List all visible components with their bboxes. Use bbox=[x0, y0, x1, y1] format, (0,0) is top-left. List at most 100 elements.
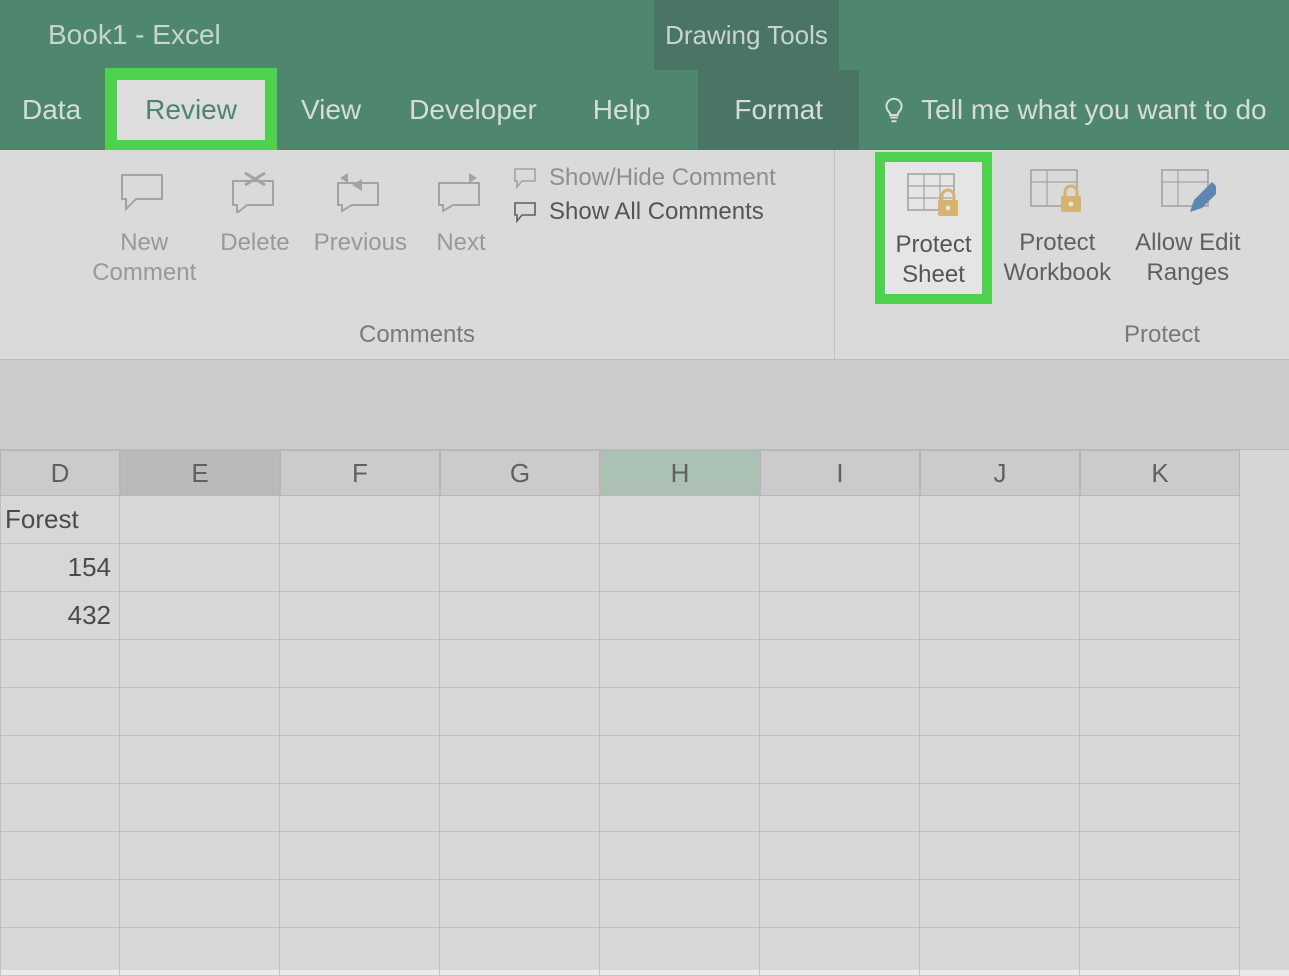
cell[interactable] bbox=[760, 784, 920, 832]
show-hide-comment-button[interactable]: Show/Hide Comment bbox=[513, 164, 776, 192]
cell[interactable] bbox=[0, 832, 120, 880]
new-comment-button[interactable]: New Comment bbox=[80, 156, 208, 288]
cell[interactable] bbox=[280, 496, 440, 544]
column-header-E[interactable]: E bbox=[120, 450, 280, 496]
cell[interactable] bbox=[280, 832, 440, 880]
cell[interactable] bbox=[1080, 928, 1240, 976]
cell[interactable] bbox=[920, 736, 1080, 784]
cell[interactable] bbox=[120, 784, 280, 832]
show-all-comments-button[interactable]: Show All Comments bbox=[513, 198, 776, 226]
allow-edit-ranges-button[interactable]: Allow Edit Ranges bbox=[1123, 156, 1252, 288]
cell[interactable] bbox=[600, 640, 760, 688]
column-header-J[interactable]: J bbox=[920, 450, 1080, 496]
cell[interactable] bbox=[1080, 640, 1240, 688]
cell[interactable] bbox=[440, 784, 600, 832]
column-header-D[interactable]: D bbox=[0, 450, 120, 496]
cell[interactable] bbox=[120, 880, 280, 928]
cell[interactable] bbox=[600, 688, 760, 736]
cell[interactable]: Forest bbox=[0, 496, 120, 544]
cell[interactable] bbox=[920, 688, 1080, 736]
cell[interactable] bbox=[120, 496, 280, 544]
cell[interactable] bbox=[280, 928, 440, 976]
cell[interactable] bbox=[1080, 688, 1240, 736]
cell[interactable] bbox=[0, 688, 120, 736]
cell[interactable] bbox=[760, 832, 920, 880]
cell[interactable] bbox=[120, 640, 280, 688]
column-header-F[interactable]: F bbox=[280, 450, 440, 496]
cell[interactable] bbox=[760, 640, 920, 688]
cell[interactable] bbox=[0, 640, 120, 688]
cell[interactable] bbox=[760, 736, 920, 784]
cell[interactable] bbox=[120, 592, 280, 640]
next-comment-button[interactable]: Next bbox=[419, 156, 503, 258]
column-header-G[interactable]: G bbox=[440, 450, 600, 496]
cell[interactable] bbox=[280, 688, 440, 736]
cell[interactable] bbox=[920, 832, 1080, 880]
cell[interactable] bbox=[1080, 736, 1240, 784]
spreadsheet-grid[interactable]: DEFGHIJK Forest154432 bbox=[0, 450, 1289, 976]
tell-me-search[interactable]: Tell me what you want to do bbox=[859, 94, 1267, 126]
cell[interactable] bbox=[0, 784, 120, 832]
cell[interactable] bbox=[600, 832, 760, 880]
cell[interactable] bbox=[280, 880, 440, 928]
column-header-I[interactable]: I bbox=[760, 450, 920, 496]
cell[interactable] bbox=[0, 880, 120, 928]
cell[interactable] bbox=[760, 592, 920, 640]
cell[interactable] bbox=[440, 736, 600, 784]
cell[interactable] bbox=[1080, 832, 1240, 880]
column-header-H[interactable]: H bbox=[600, 450, 760, 496]
cell[interactable] bbox=[760, 688, 920, 736]
tab-format[interactable]: Format bbox=[698, 70, 859, 150]
cell[interactable] bbox=[760, 880, 920, 928]
cell[interactable] bbox=[440, 928, 600, 976]
cell[interactable]: 154 bbox=[0, 544, 120, 592]
cell[interactable] bbox=[440, 592, 600, 640]
cell[interactable] bbox=[440, 688, 600, 736]
cell[interactable] bbox=[760, 544, 920, 592]
cell[interactable] bbox=[600, 736, 760, 784]
delete-comment-button[interactable]: Delete bbox=[208, 156, 301, 258]
cell[interactable] bbox=[440, 544, 600, 592]
cell[interactable] bbox=[440, 640, 600, 688]
cell[interactable] bbox=[920, 592, 1080, 640]
cell[interactable] bbox=[440, 496, 600, 544]
column-header-K[interactable]: K bbox=[1080, 450, 1240, 496]
tab-developer[interactable]: Developer bbox=[381, 70, 565, 150]
cell[interactable]: 432 bbox=[0, 592, 120, 640]
cell[interactable] bbox=[1080, 592, 1240, 640]
cell[interactable] bbox=[600, 784, 760, 832]
cell[interactable] bbox=[920, 496, 1080, 544]
cell[interactable] bbox=[120, 544, 280, 592]
cell[interactable] bbox=[120, 928, 280, 976]
tab-review[interactable]: Review bbox=[117, 80, 265, 140]
cell[interactable] bbox=[600, 880, 760, 928]
cell[interactable] bbox=[280, 736, 440, 784]
cell[interactable] bbox=[1080, 544, 1240, 592]
cell[interactable] bbox=[920, 928, 1080, 976]
cell[interactable] bbox=[920, 640, 1080, 688]
cell[interactable] bbox=[280, 544, 440, 592]
cell[interactable] bbox=[280, 592, 440, 640]
cell[interactable] bbox=[280, 640, 440, 688]
cell[interactable] bbox=[440, 832, 600, 880]
cell[interactable] bbox=[600, 544, 760, 592]
cell[interactable] bbox=[920, 880, 1080, 928]
previous-comment-button[interactable]: Previous bbox=[302, 156, 419, 258]
cell[interactable] bbox=[600, 592, 760, 640]
cell[interactable] bbox=[120, 688, 280, 736]
tab-data[interactable]: Data bbox=[0, 70, 101, 150]
cell[interactable] bbox=[1080, 784, 1240, 832]
cell[interactable] bbox=[920, 784, 1080, 832]
cell[interactable] bbox=[440, 880, 600, 928]
cell[interactable] bbox=[600, 496, 760, 544]
protect-sheet-button[interactable]: Protect Sheet bbox=[885, 162, 981, 294]
cell[interactable] bbox=[120, 832, 280, 880]
cell[interactable] bbox=[280, 784, 440, 832]
cell[interactable] bbox=[1080, 496, 1240, 544]
cell[interactable] bbox=[920, 544, 1080, 592]
cell[interactable] bbox=[600, 928, 760, 976]
cell[interactable] bbox=[0, 736, 120, 784]
cell[interactable] bbox=[760, 928, 920, 976]
cell[interactable] bbox=[1080, 880, 1240, 928]
tab-help[interactable]: Help bbox=[565, 70, 679, 150]
